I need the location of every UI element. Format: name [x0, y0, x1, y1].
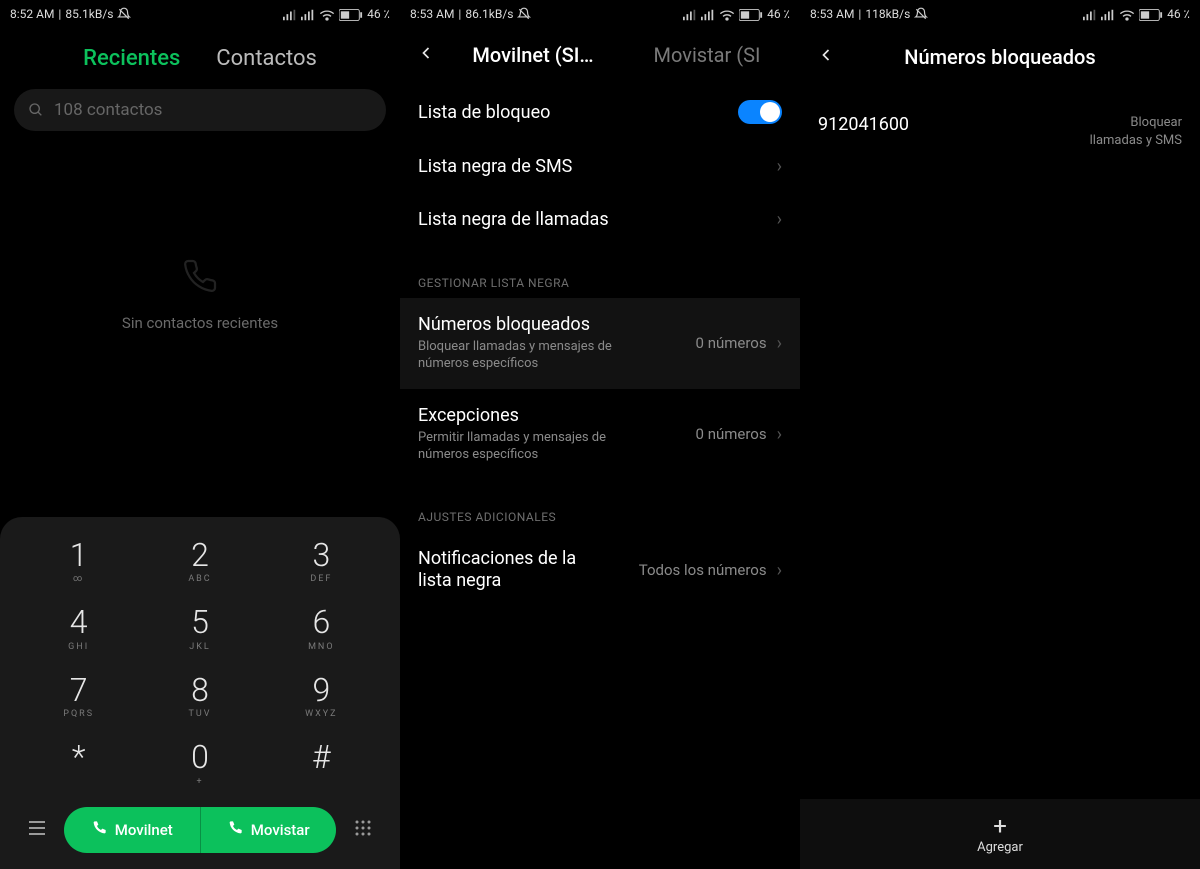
- status-time: 8:53 AM: [410, 7, 454, 21]
- add-button[interactable]: + Agregar: [800, 799, 1200, 869]
- status-net: 118kB/s: [865, 7, 910, 21]
- search-input[interactable]: 108 contactos: [14, 89, 386, 131]
- status-time: 8:52 AM: [10, 7, 54, 21]
- status-bar: 8:52 AM | 85.1kB/s 46 ٪: [0, 0, 400, 28]
- row-call-blacklist[interactable]: Lista negra de llamadas ›: [400, 193, 800, 246]
- wifi-icon: [719, 7, 735, 21]
- row-notifications[interactable]: Notificaciones de la lista negra Todos l…: [400, 532, 800, 609]
- key-7[interactable]: 7PQRS: [18, 664, 139, 732]
- status-bar: 8:53 AM | 118kB/s 46 ٪: [800, 0, 1200, 28]
- row-sms-blacklist[interactable]: Lista negra de SMS ›: [400, 140, 800, 193]
- call-sim1-button[interactable]: Movilnet: [64, 807, 200, 853]
- empty-state: Sin contactos recientes: [0, 258, 400, 332]
- mute-icon: [517, 7, 531, 22]
- signal-icon: [1083, 7, 1097, 21]
- key-star[interactable]: *: [18, 731, 139, 799]
- blocked-numbers-screen: 8:53 AM | 118kB/s 46 ٪ Números bloqueado…: [800, 0, 1200, 869]
- blocked-number: 912041600: [818, 114, 909, 135]
- chevron-right-icon: ›: [777, 424, 782, 445]
- status-time: 8:53 AM: [810, 7, 854, 21]
- key-0[interactable]: 0+: [139, 731, 260, 799]
- mute-icon: [914, 7, 928, 22]
- battery-icon: [1139, 7, 1163, 21]
- wifi-icon: [319, 7, 335, 21]
- sim-tab-2[interactable]: Movistar (SI: [620, 43, 794, 67]
- signal-icon: [683, 7, 697, 21]
- key-3[interactable]: 3DEF: [261, 529, 382, 597]
- key-hash[interactable]: #: [261, 731, 382, 799]
- blocked-entry[interactable]: 912041600 Bloquear llamadas y SMS: [800, 82, 1200, 149]
- signal-icon-2: [1101, 7, 1115, 21]
- mute-icon: [117, 7, 131, 22]
- key-5[interactable]: 5JKL: [139, 596, 260, 664]
- call-sim2-button[interactable]: Movistar: [200, 807, 337, 853]
- battery-pct: 46 ٪: [367, 7, 390, 21]
- section-additional: AJUSTES ADICIONALES: [400, 480, 800, 532]
- call-button: Movilnet Movistar: [64, 807, 336, 853]
- battery-icon: [739, 7, 763, 21]
- row-blocklist-toggle[interactable]: Lista de bloqueo: [400, 84, 800, 140]
- blocklist-settings-screen: 8:53 AM | 86.1kB/s 46 ٪ Movilnet (SI… Mo…: [400, 0, 800, 869]
- status-net: 86.1kB/s: [465, 7, 513, 21]
- key-4[interactable]: 4GHI: [18, 596, 139, 664]
- menu-icon[interactable]: [20, 820, 54, 840]
- section-manage: GESTIONAR LISTA NEGRA: [400, 246, 800, 298]
- row-blocked-numbers[interactable]: Números bloqueados Bloquear llamadas y m…: [400, 298, 800, 389]
- dialer-screen: 8:52 AM | 85.1kB/s 46 ٪ Recientes Contac…: [0, 0, 400, 869]
- key-1[interactable]: 1∞: [18, 529, 139, 597]
- search-placeholder: 108 contactos: [54, 100, 162, 120]
- tab-recent[interactable]: Recientes: [83, 46, 180, 71]
- battery-pct: 46 ٪: [1167, 7, 1190, 21]
- battery-pct: 46 ٪: [767, 7, 790, 21]
- key-8[interactable]: 8TUV: [139, 664, 260, 732]
- plus-icon: +: [993, 814, 1007, 838]
- main-tabs: Recientes Contactos: [0, 28, 400, 83]
- tab-contacts[interactable]: Contactos: [216, 46, 317, 71]
- toggle-on[interactable]: [738, 100, 782, 124]
- status-net: 85.1kB/s: [65, 7, 113, 21]
- chevron-right-icon: ›: [777, 560, 782, 581]
- back-button[interactable]: [406, 43, 446, 68]
- sim-tab-1[interactable]: Movilnet (SI…: [446, 43, 620, 67]
- blocked-desc: Bloquear llamadas y SMS: [1082, 114, 1182, 149]
- status-bar: 8:53 AM | 86.1kB/s 46 ٪: [400, 0, 800, 28]
- phone-icon: [91, 820, 107, 840]
- signal-icon: [283, 7, 297, 21]
- back-button[interactable]: [806, 45, 846, 69]
- dialpad-toggle-icon[interactable]: [346, 819, 380, 841]
- signal-icon-2: [301, 7, 315, 21]
- dialpad: 1∞ 2ABC 3DEF 4GHI 5JKL 6MNO 7PQRS 8TUV 9…: [0, 517, 400, 869]
- key-9[interactable]: 9WXYZ: [261, 664, 382, 732]
- search-icon: [28, 102, 44, 118]
- key-2[interactable]: 2ABC: [139, 529, 260, 597]
- page-title: Números bloqueados: [846, 45, 1194, 69]
- chevron-right-icon: ›: [777, 156, 782, 177]
- battery-icon: [339, 7, 363, 21]
- chevron-right-icon: ›: [777, 209, 782, 230]
- signal-icon-2: [701, 7, 715, 21]
- empty-text: Sin contactos recientes: [122, 314, 278, 332]
- key-6[interactable]: 6MNO: [261, 596, 382, 664]
- chevron-right-icon: ›: [777, 333, 782, 354]
- row-exceptions[interactable]: Excepciones Permitir llamadas y mensajes…: [400, 389, 800, 480]
- wifi-icon: [1119, 7, 1135, 21]
- phone-icon: [227, 820, 243, 840]
- phone-outline-icon: [182, 258, 218, 298]
